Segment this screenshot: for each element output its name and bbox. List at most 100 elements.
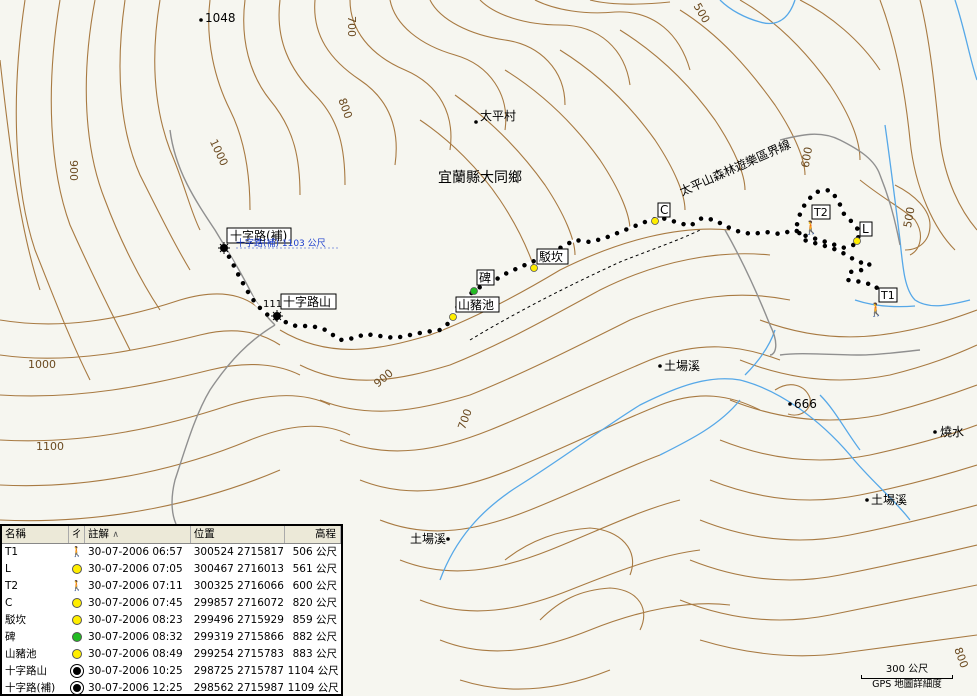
cell-note: 30-07-2006 06:57: [88, 546, 183, 558]
cell-elevation: 882 公尺: [292, 631, 337, 643]
waypoint-label-cross-mtn: 十字路山: [283, 294, 331, 309]
cell-name: 駁坎: [5, 614, 26, 626]
hiker-icon: 🚶: [70, 581, 84, 592]
column-header-note[interactable]: 註解 ∧: [85, 526, 191, 543]
cell-position: 298562 2715987: [193, 682, 284, 694]
creek-dot-3: [446, 537, 450, 541]
cell-name: C: [5, 597, 13, 609]
cell-note: 30-07-2006 08:23: [88, 614, 183, 626]
cell-note: 30-07-2006 07:05: [88, 563, 183, 575]
waypoint-label-pig-pond: 山豬池: [458, 298, 494, 312]
waypoint-elev-cross-mtn: 111: [263, 299, 282, 310]
spot-height-1048: 1048: [205, 11, 236, 25]
cell-icon: [69, 595, 85, 612]
cell-note: 30-07-2006 10:25: [88, 665, 183, 677]
cell-elevation: 883 公尺: [292, 648, 337, 660]
cell-note: 30-07-2006 08:32: [88, 631, 183, 643]
table-row[interactable]: 十字路(補) 30-07-2006 12:25 298562 2715987 1109…: [2, 680, 341, 694]
table-row[interactable]: 碑 30-07-2006 08:32 299319 2715866 882 公尺: [2, 629, 341, 646]
cell-note: 30-07-2006 12:25: [88, 682, 183, 694]
yellow-dot-icon: [72, 615, 83, 625]
yellow-dot-icon: [530, 264, 538, 272]
cell-elevation: 600 公尺: [292, 580, 337, 592]
cell-icon: [69, 680, 85, 694]
cell-name: 碑: [5, 631, 16, 643]
shaoshui-dot: [933, 430, 937, 434]
table-header: 名稱 ㄔ 註解 ∧ 位置 高程: [2, 526, 341, 544]
waypoint-label-jukan: 駁坎: [539, 250, 563, 264]
creek-label-3: 土場溪: [410, 532, 446, 546]
waypoint-label-l: L: [862, 222, 869, 236]
cell-elevation: 506 公尺: [292, 546, 337, 558]
cell-note: 30-07-2006 08:49: [88, 648, 183, 660]
village-label: 太平村: [480, 108, 516, 123]
waypoint-elev-cross-fill: 十字路(補) 1103 公尺: [236, 237, 326, 249]
cell-position: 299254 2715783: [193, 648, 284, 660]
contour-label-700-top: 700: [345, 16, 358, 37]
cell-elevation: 859 公尺: [292, 614, 337, 626]
cell-elevation: 561 公尺: [292, 563, 337, 575]
cell-icon: 🚶: [69, 578, 85, 595]
cell-position: 299319 2715866: [193, 631, 284, 643]
contour-label-900-left: 900: [67, 160, 80, 181]
cell-elevation: 820 公尺: [292, 597, 337, 609]
cell-name: 十字路山: [5, 665, 47, 677]
table-body: T1 🚶 30-07-2006 06:57 300524 2715817 506 公尺 L…: [2, 544, 341, 694]
scale-label: 300 公尺: [885, 664, 929, 675]
cell-icon: [69, 629, 85, 646]
cell-position: 299857 2716072: [193, 597, 284, 609]
scale-bar: 300 公尺 GPS 地圖詳細度: [857, 664, 957, 694]
cell-icon: [69, 646, 85, 663]
column-header-note-label: 註解: [88, 528, 110, 540]
cell-name: T2: [5, 580, 19, 592]
table-row[interactable]: T1 🚶 30-07-2006 06:57 300524 2715817 506 公尺: [2, 544, 341, 561]
table-row[interactable]: 十字路山 30-07-2006 10:25 298725 2715787 1104 公…: [2, 663, 341, 680]
cell-name: L: [5, 563, 11, 575]
table-row[interactable]: L 30-07-2006 07:05 300467 2716013 561 公尺: [2, 561, 341, 578]
waypoint-label-c: C: [660, 203, 668, 217]
yellow-dot-icon: [72, 564, 83, 574]
waypoint-label-t1: T1: [880, 289, 895, 302]
cell-name: 山豬池: [5, 648, 37, 660]
hiker-icon: 🚶: [803, 220, 819, 236]
spot-height-666: 666: [794, 397, 817, 411]
column-header-position[interactable]: 位置: [191, 526, 285, 543]
contour-label-1100: 1100: [36, 440, 64, 453]
cell-note: 30-07-2006 07:11: [88, 580, 183, 592]
spot-height-dot-666: [788, 402, 792, 406]
creek-label-1: 土場溪: [664, 359, 700, 373]
sort-indicator-icon: ∧: [112, 530, 119, 540]
green-dot-icon: [470, 287, 478, 295]
yellow-dot-icon: [853, 237, 861, 245]
column-header-icon[interactable]: ㄔ: [69, 526, 86, 543]
yellow-dot-icon: [72, 649, 83, 659]
waypoint-label-t2: T2: [813, 206, 828, 219]
hiker-icon: 🚶: [70, 547, 84, 558]
table-row[interactable]: C 30-07-2006 07:45 299857 2716072 820 公尺: [2, 595, 341, 612]
cell-elevation: 1109 公尺: [287, 682, 339, 694]
summit-icon: [73, 667, 82, 675]
yellow-dot-icon: [651, 217, 659, 225]
cell-icon: 🚶: [69, 544, 85, 561]
table-row[interactable]: T2 🚶 30-07-2006 07:11 300325 2716066 600 公尺: [2, 578, 341, 595]
creek-label-2: 土場溪: [871, 493, 907, 507]
cell-note: 30-07-2006 07:45: [88, 597, 183, 609]
yellow-dot-icon: [72, 598, 83, 608]
cell-elevation: 1104 公尺: [287, 665, 339, 677]
waypoint-table[interactable]: 名稱 ㄔ 註解 ∧ 位置 高程 T1 🚶 30-07-2006 06:57 30052…: [0, 524, 343, 696]
village-dot: [474, 120, 478, 124]
table-row[interactable]: 山豬池 30-07-2006 08:49 299254 2715783 883 公尺: [2, 646, 341, 663]
cell-position: 300524 2715817: [193, 546, 284, 558]
summit-icon: [73, 684, 82, 692]
creek-dot-1: [658, 364, 662, 368]
county-label: 宜蘭縣大同鄉: [438, 170, 522, 186]
cell-name: T1: [5, 546, 19, 558]
column-header-name[interactable]: 名稱: [2, 526, 70, 543]
table-row[interactable]: 駁坎 30-07-2006 08:23 299496 2715929 859 公尺: [2, 612, 341, 629]
creek-dot-2: [865, 498, 869, 502]
cell-position: 300467 2716013: [193, 563, 284, 575]
column-header-elevation[interactable]: 高程: [285, 526, 341, 543]
yellow-dot-icon: [449, 313, 457, 321]
spot-height-dot-1048: [199, 18, 203, 22]
cell-position: 298725 2715787: [193, 665, 284, 677]
